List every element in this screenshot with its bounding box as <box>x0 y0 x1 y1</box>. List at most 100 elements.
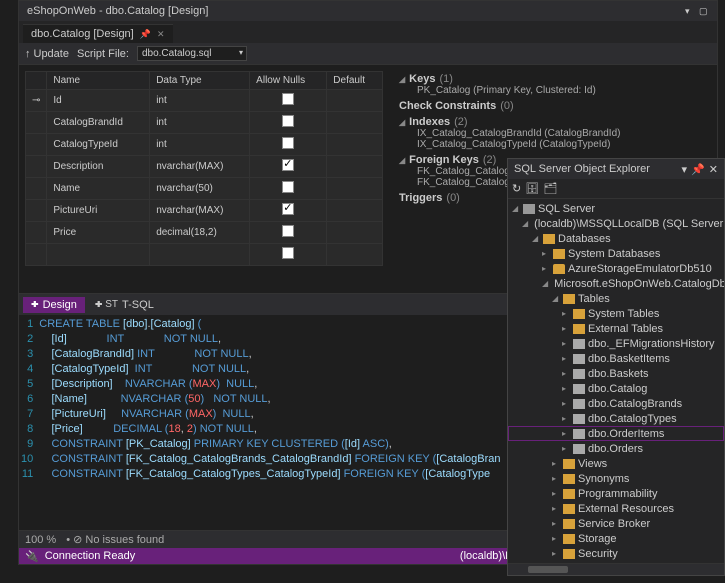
zoom-level[interactable]: 100 % <box>25 534 56 546</box>
type-cell[interactable]: int <box>150 134 250 156</box>
name-cell[interactable]: CatalogBrandId <box>47 112 150 134</box>
tree-node[interactable]: ◢Tables <box>508 291 724 306</box>
explorer-toolbar: ↻ 🗄 🗂 <box>508 179 724 199</box>
tree-node[interactable]: ▸dbo.Catalog <box>508 381 724 396</box>
datatype-header[interactable]: Data Type <box>150 72 250 90</box>
nulls-cell[interactable] <box>250 134 327 156</box>
index-item[interactable]: IX_Catalog_CatalogBrandId (CatalogBrandI… <box>399 128 707 139</box>
pin-icon[interactable]: 📌 <box>140 29 151 40</box>
tree-node[interactable]: ▸dbo.BasketItems <box>508 351 724 366</box>
tree-node[interactable]: ▸External Resources <box>508 501 724 516</box>
nulls-cell[interactable] <box>250 200 327 222</box>
tree-node[interactable]: ◢Databases <box>508 231 724 246</box>
index-item[interactable]: IX_Catalog_CatalogTypeId (CatalogTypeId) <box>399 139 707 150</box>
server-folder-icon <box>523 204 535 214</box>
default-header[interactable]: Default <box>327 72 383 90</box>
folder-icon <box>553 249 565 259</box>
folder-icon <box>543 234 555 244</box>
tree-node[interactable]: ◢(localdb)\MSSQLLocalDB (SQL Server 13.0… <box>508 216 724 231</box>
type-cell[interactable]: decimal(18,2) <box>150 222 250 244</box>
name-cell[interactable]: CatalogTypeId <box>47 134 150 156</box>
nulls-cell[interactable] <box>250 90 327 112</box>
pin-icon[interactable]: 📌 <box>691 163 705 176</box>
type-cell[interactable]: nvarchar(MAX) <box>150 156 250 178</box>
name-cell[interactable]: Id <box>47 90 150 112</box>
pk-item[interactable]: PK_Catalog (Primary Key, Clustered: Id) <box>399 85 707 96</box>
type-cell[interactable]: nvarchar(MAX) <box>150 200 250 222</box>
tree-node[interactable]: ▸AzureStorageEmulatorDb510 <box>508 261 724 276</box>
tree-node[interactable]: ▸System Databases <box>508 246 724 261</box>
table-row[interactable]: CatalogBrandIdint <box>26 112 383 134</box>
tree-node[interactable]: ▸Synonyms <box>508 471 724 486</box>
close-icon[interactable]: ✕ <box>157 29 165 40</box>
tab-label: dbo.Catalog [Design] <box>31 28 134 40</box>
nulls-cell[interactable] <box>250 112 327 134</box>
name-cell[interactable]: Price <box>47 222 150 244</box>
default-cell[interactable] <box>327 112 383 134</box>
folder-icon <box>573 309 585 319</box>
key-cell <box>26 178 47 200</box>
tree-node[interactable]: ▸dbo.CatalogTypes <box>508 411 724 426</box>
window-menu-icon[interactable]: ▾ <box>685 6 695 16</box>
table-row[interactable]: CatalogTypeIdint <box>26 134 383 156</box>
default-cell[interactable] <box>327 90 383 112</box>
design-tab[interactable]: 🞧 Design <box>23 297 85 313</box>
tree-node[interactable]: ▸dbo.CatalogBrands <box>508 396 724 411</box>
table-row[interactable]: Descriptionnvarchar(MAX) <box>26 156 383 178</box>
window-maximize-icon[interactable]: ▢ <box>699 6 709 16</box>
check-section[interactable]: Check Constraints (0) <box>399 100 707 112</box>
table-row[interactable]: Pricedecimal(18,2) <box>26 222 383 244</box>
allownulls-header[interactable]: Allow Nulls <box>250 72 327 90</box>
refresh-icon[interactable]: ↻ <box>512 182 521 195</box>
titlebar: eShopOnWeb - dbo.Catalog [Design] ▾ ▢ <box>19 1 717 21</box>
close-icon[interactable]: ✕ <box>709 163 718 176</box>
tree-node[interactable]: ▸System Tables <box>508 306 724 321</box>
table-row[interactable]: PictureUrinvarchar(MAX) <box>26 200 383 222</box>
default-cell[interactable] <box>327 178 383 200</box>
default-cell[interactable] <box>327 222 383 244</box>
tree-node[interactable]: ▸Storage <box>508 531 724 546</box>
type-cell[interactable]: int <box>150 112 250 134</box>
default-cell[interactable] <box>327 134 383 156</box>
horizontal-scrollbar[interactable] <box>508 563 724 575</box>
keys-section[interactable]: ◢Keys (1) <box>399 73 707 85</box>
tree-node[interactable]: ◢Microsoft.eShopOnWeb.CatalogDb <box>508 276 724 291</box>
tree-node[interactable]: ▸Views <box>508 456 724 471</box>
tree-node[interactable]: ▸dbo.Orders <box>508 441 724 456</box>
tree-node[interactable]: ▸Programmability <box>508 486 724 501</box>
nulls-cell[interactable] <box>250 156 327 178</box>
tsql-tab[interactable]: 🞧 ST T-SQL <box>87 297 162 313</box>
update-button[interactable]: ↑ Update <box>25 48 69 60</box>
tree-node[interactable]: ▸Security <box>508 546 724 561</box>
indexes-section[interactable]: ◢Indexes (2) <box>399 116 707 128</box>
group-icon[interactable]: 🗂 <box>543 182 557 195</box>
document-tab[interactable]: dbo.Catalog [Design] 📌 ✕ <box>23 24 173 43</box>
name-cell[interactable]: PictureUri <box>47 200 150 222</box>
tree-node[interactable]: ▸dbo._EFMigrationsHistory <box>508 336 724 351</box>
document-tab-strip: dbo.Catalog [Design] 📌 ✕ <box>19 21 717 43</box>
table-row[interactable]: ⊸Idint <box>26 90 383 112</box>
type-cell[interactable]: nvarchar(50) <box>150 178 250 200</box>
nulls-cell[interactable] <box>250 222 327 244</box>
tree-node[interactable]: ▸dbo.Baskets <box>508 366 724 381</box>
name-cell[interactable]: Name <box>47 178 150 200</box>
default-cell[interactable] <box>327 156 383 178</box>
tree-node[interactable]: ▸dbo.OrderItems <box>508 426 724 441</box>
nulls-cell[interactable] <box>250 178 327 200</box>
add-server-icon[interactable]: 🗄 <box>525 182 539 195</box>
table-row[interactable]: Namenvarchar(50) <box>26 178 383 200</box>
default-cell[interactable] <box>327 200 383 222</box>
explorer-tree[interactable]: ◢SQL Server◢(localdb)\MSSQLLocalDB (SQL … <box>508 199 724 563</box>
script-file-dropdown[interactable]: dbo.Catalog.sql <box>137 46 247 61</box>
script-file-label: Script File: <box>77 48 129 60</box>
window-menu-icon[interactable]: ▾ <box>682 163 688 176</box>
name-header[interactable]: Name <box>47 72 150 90</box>
name-cell[interactable]: Description <box>47 156 150 178</box>
type-cell[interactable]: int <box>150 90 250 112</box>
plug-icon: 🔌 <box>25 550 39 563</box>
tree-node[interactable]: ▸External Tables <box>508 321 724 336</box>
tree-node[interactable]: ◢SQL Server <box>508 201 724 216</box>
explorer-title: SQL Server Object Explorer <box>514 163 650 175</box>
database-icon <box>553 264 565 274</box>
tree-node[interactable]: ▸Service Broker <box>508 516 724 531</box>
